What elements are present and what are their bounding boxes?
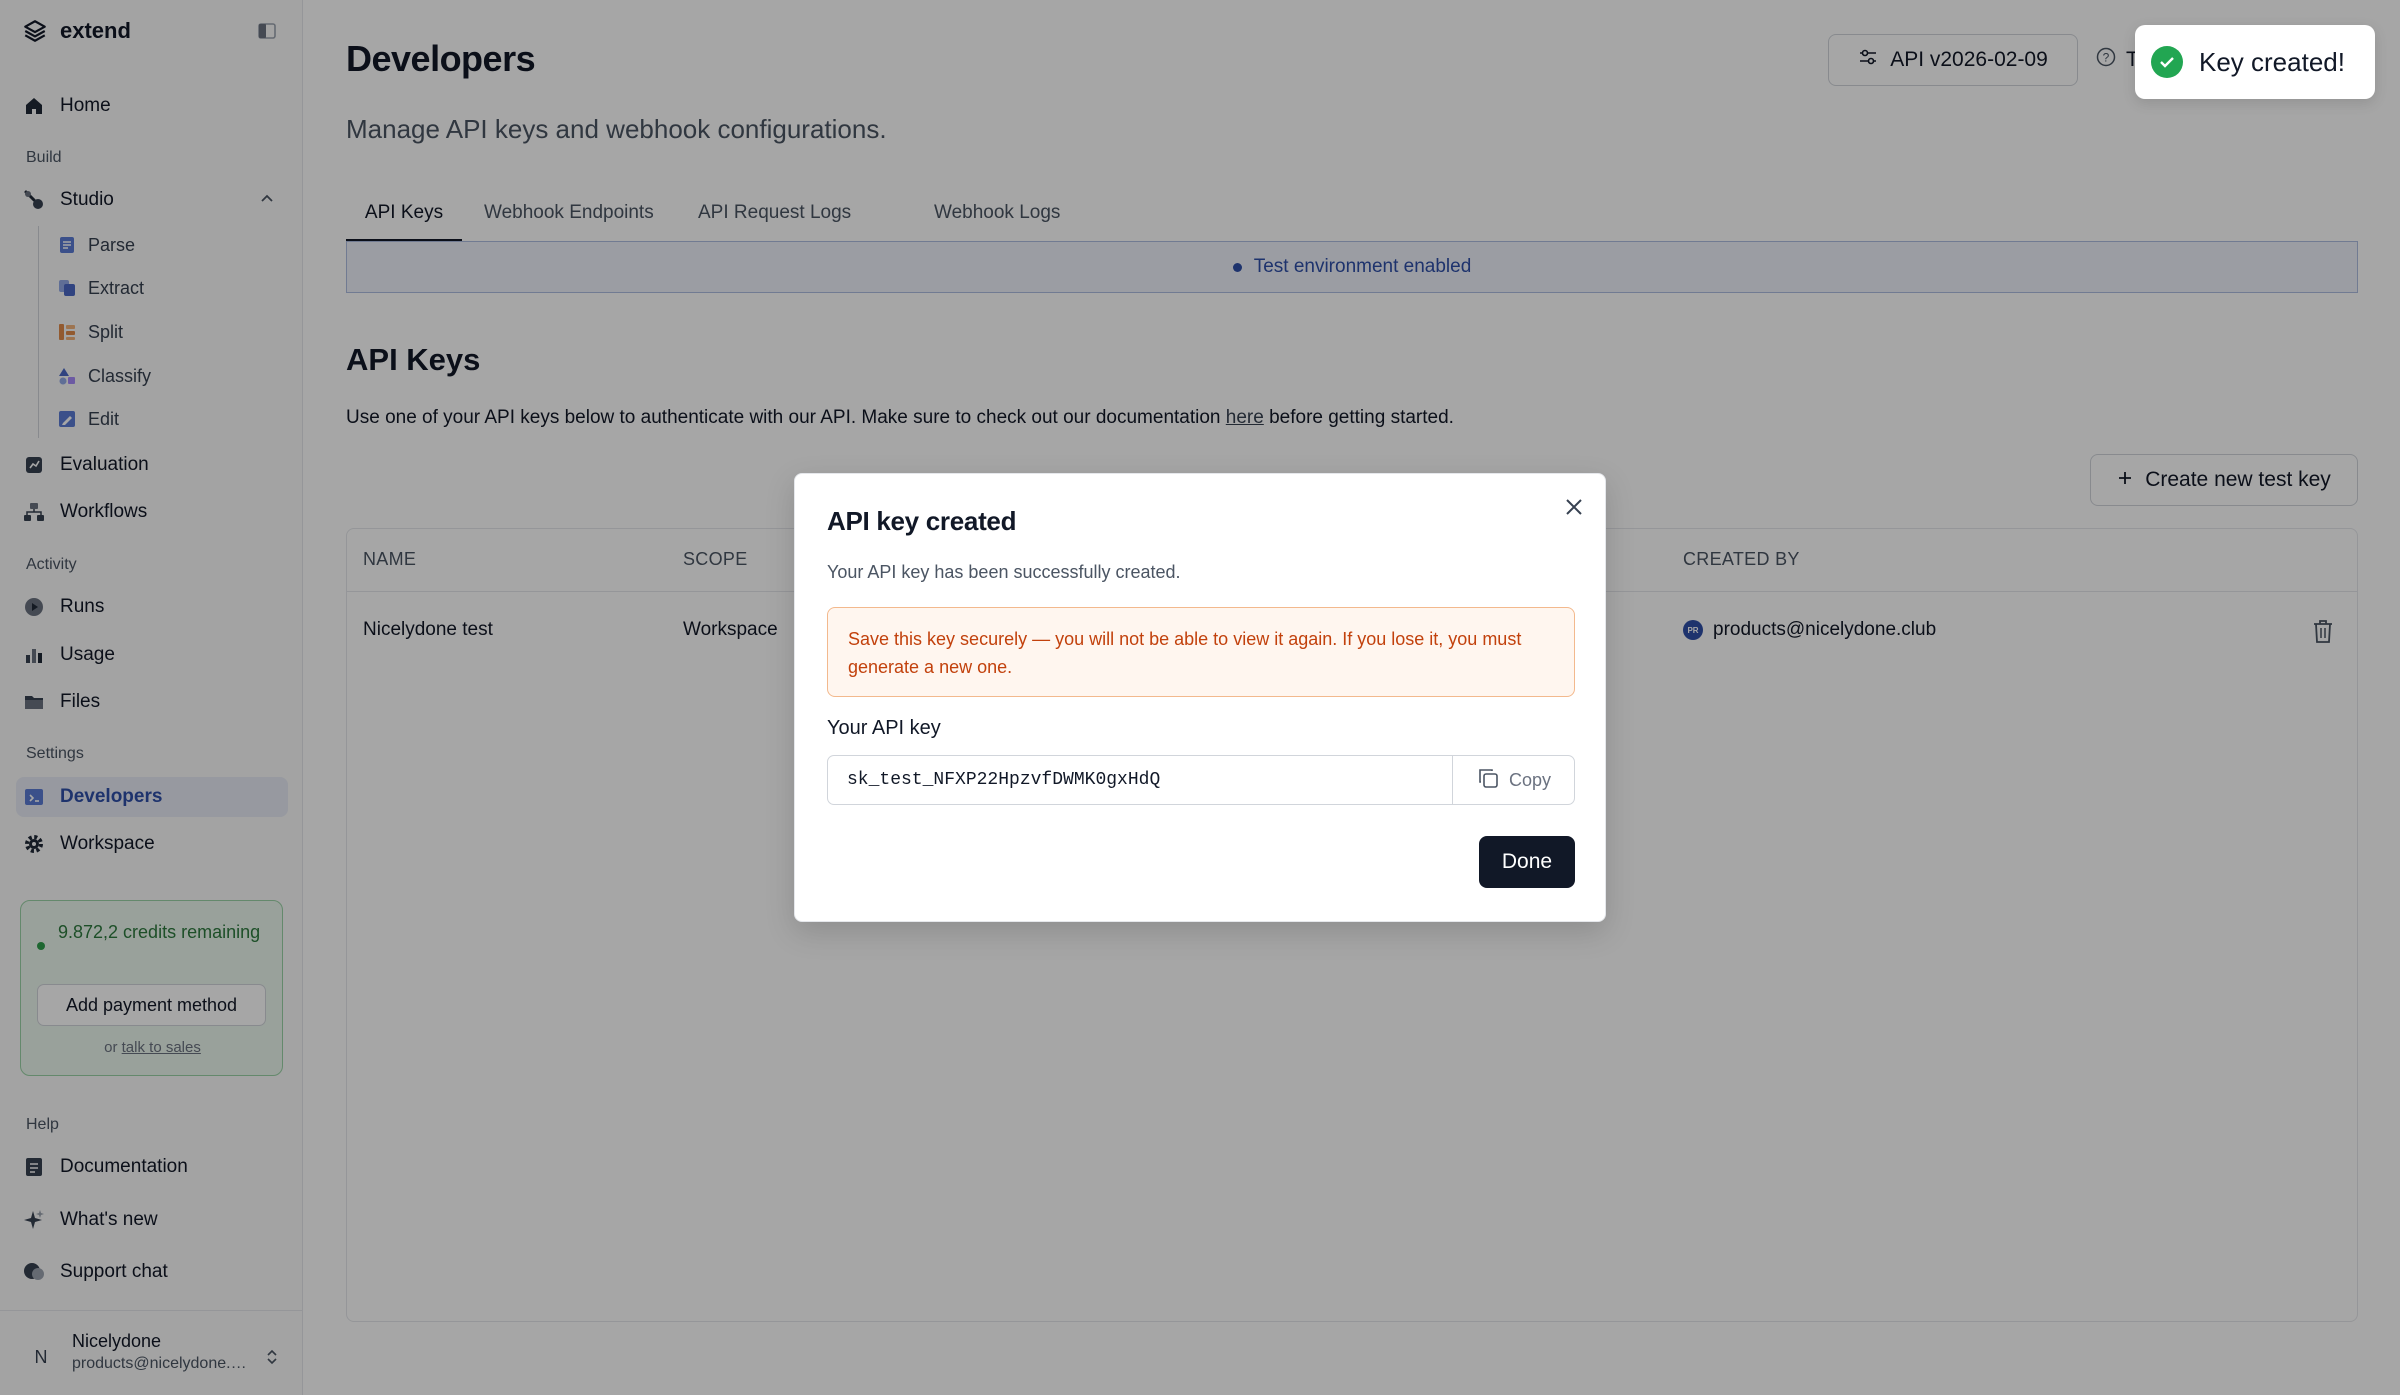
api-key-field[interactable]: sk_test_NFXP22HpzvfDWMK0gxHdQ Copy xyxy=(827,755,1575,805)
dialog-subtitle: Your API key has been successfully creat… xyxy=(827,562,1181,582)
close-icon[interactable] xyxy=(1559,492,1589,522)
done-button[interactable]: Done xyxy=(1479,836,1575,888)
api-key-created-dialog: API key created Your API key has been su… xyxy=(794,473,1606,922)
dialog-title: API key created xyxy=(827,506,1017,536)
api-key-label: Your API key xyxy=(827,717,941,739)
copy-button[interactable]: Copy xyxy=(1452,756,1575,804)
success-toast: Key created! xyxy=(2135,25,2375,99)
api-key-value[interactable]: sk_test_NFXP22HpzvfDWMK0gxHdQ xyxy=(847,756,1160,804)
copy-label: Copy xyxy=(1508,769,1552,790)
check-circle-icon xyxy=(2151,46,2183,78)
copy-icon xyxy=(1477,767,1499,794)
warning-callout: Save this key securely — you will not be… xyxy=(827,607,1575,697)
toast-message: Key created! xyxy=(2199,46,2345,77)
